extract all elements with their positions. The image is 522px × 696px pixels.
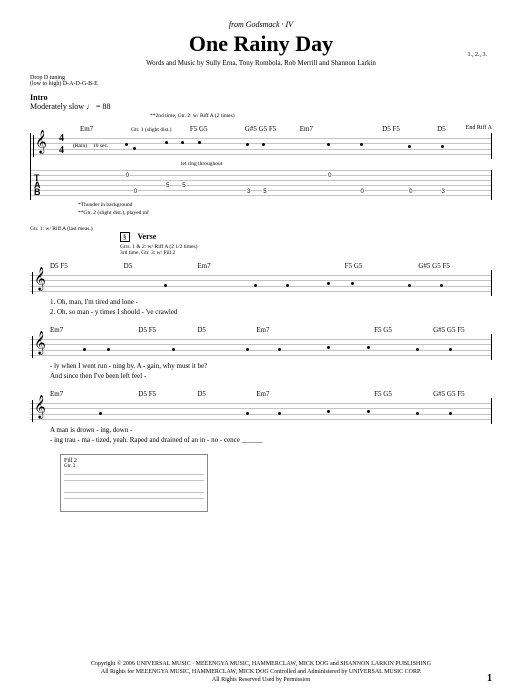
system-1: Em7 F5 G5 G#5 G5 F5 Em7 D5 F5 D5 End Rif… bbox=[30, 125, 492, 216]
notation-staff-4: 𝄞 bbox=[30, 398, 492, 424]
tempo-marking: Moderately slow ♩ = 88 bbox=[30, 102, 492, 111]
chord: D5 F5 bbox=[138, 326, 197, 334]
system-4: Em7 D5 F5 D5 Em7 F5 G5 G#5 G5 F5 𝄞 bbox=[30, 390, 492, 444]
footnote-2: **Gtr. 2 (slight dist.), played mf bbox=[78, 210, 492, 216]
chord-row-1: Em7 F5 G5 G#5 G5 F5 Em7 D5 F5 D5 bbox=[30, 125, 492, 133]
chord: Em7 bbox=[50, 390, 138, 398]
intro-label: Intro bbox=[30, 93, 492, 102]
chord: D5 bbox=[124, 262, 198, 270]
tuning-line-2: (low to high) D-A-D-G-B-E bbox=[30, 81, 492, 87]
footnote-1: *Thunder in background bbox=[78, 202, 492, 208]
chord: F5 G5 bbox=[190, 125, 245, 133]
footer-line-3: All Rights Reserved Used by Permission bbox=[0, 676, 522, 684]
mini-tab bbox=[64, 489, 204, 505]
lyrics-3b: And since then I've been left feel - bbox=[30, 372, 492, 380]
song-title: One Rainy Day bbox=[30, 31, 492, 57]
lyrics-4b: - ing trau - ma - tized, yeah. Raped and… bbox=[30, 436, 492, 444]
fill-gtr: Gtr. 3 bbox=[64, 464, 204, 469]
chord: Em7 bbox=[256, 390, 374, 398]
system-3: Em7 D5 F5 D5 Em7 F5 G5 G#5 G5 F5 𝄞 - ly … bbox=[30, 326, 492, 380]
lyrics-2a: 1. Oh, man, I'm tired and lone - bbox=[30, 298, 492, 306]
chord: D5 F5 bbox=[50, 262, 124, 270]
chord: G#5 G5 F5 bbox=[433, 326, 492, 334]
chord: D5 F5 bbox=[138, 390, 197, 398]
tuning-info: Drop D tuning (low to high) D-A-D-G-B-E bbox=[30, 75, 492, 87]
chord: Em7 bbox=[50, 326, 138, 334]
segno-icon: § bbox=[120, 232, 130, 242]
lyrics-4a: A man is drown - ing, down - bbox=[30, 426, 492, 434]
footer-line-1: Copyright © 2006 UNIVERSAL MUSIC · MEEEN… bbox=[0, 660, 522, 668]
verse-instruction: Gtrs. 1 & 2: w/ Riff A (2 1/2 times) 3rd… bbox=[120, 244, 492, 256]
copyright-footer: Copyright © 2006 UNIVERSAL MUSIC · MEEEN… bbox=[0, 660, 522, 684]
chord: G#5 G5 F5 bbox=[418, 262, 492, 270]
chord: F5 G5 bbox=[345, 262, 419, 270]
chord: F5 G5 bbox=[374, 326, 433, 334]
lyrics-2b: 2. Oh, so man - y times I should - 've c… bbox=[30, 308, 492, 316]
tech-note: let ring throughout bbox=[181, 161, 492, 167]
chord: Em7 bbox=[256, 326, 374, 334]
tempo-text: Moderately slow ♩ = 88 bbox=[30, 102, 111, 111]
end-riff-label: End Riff A bbox=[466, 125, 492, 131]
notation-staff-2: 𝄞 bbox=[30, 270, 492, 296]
verse-label: Verse bbox=[138, 232, 157, 241]
mini-notation bbox=[64, 471, 204, 487]
chord: D5 F5 bbox=[382, 125, 437, 133]
credits-line: Words and Music by Sully Erna, Tony Romb… bbox=[30, 59, 492, 67]
chord: Em7 bbox=[300, 125, 382, 133]
chord: D5 bbox=[197, 326, 256, 334]
fill-box: Fill 2 Gtr. 3 bbox=[60, 454, 208, 512]
notation-staff-1: 𝄞 44 (Rain) 10 sec. Gtr. 1 (slight dist.… bbox=[31, 133, 492, 159]
chord-row-4: Em7 D5 F5 D5 Em7 F5 G5 G#5 G5 F5 bbox=[30, 390, 492, 398]
chord: G#5 G5 F5 bbox=[245, 125, 300, 133]
chord: G#5 G5 F5 bbox=[433, 390, 492, 398]
notation-staff-3: 𝄞 bbox=[30, 334, 492, 360]
source-line: from Godsmack · IV bbox=[30, 20, 492, 29]
page-number: 1 bbox=[487, 673, 492, 684]
chord: D5 bbox=[197, 390, 256, 398]
chord-row-2: D5 F5 D5 Em7 F5 G5 G#5 G5 F5 bbox=[30, 262, 492, 270]
sheet-header: from Godsmack · IV One Rainy Day Words a… bbox=[30, 20, 492, 67]
intro-instruction: **2nd time, Gtr. 2: w/ Riff A (2 times) bbox=[150, 113, 492, 119]
chord-row-3: Em7 D5 F5 D5 Em7 F5 G5 G#5 G5 F5 bbox=[30, 326, 492, 334]
tab-staff-1: TAB 00 55 35 00 03 bbox=[31, 170, 492, 200]
lyrics-3a: - ly when I went run - ning by. A - gain… bbox=[30, 362, 492, 370]
footer-line-2: All Rights for MEEENGYA MUSIC, HAMMERCLA… bbox=[0, 668, 522, 676]
system-2: D5 F5 D5 Em7 F5 G5 G#5 G5 F5 𝄞 1. Oh, ma… bbox=[30, 262, 492, 316]
chord: Em7 bbox=[197, 262, 344, 270]
staff-block-1: End Riff A 𝄞 44 (Rain) 10 sec. Gtr. 1 (s… bbox=[30, 133, 492, 200]
chord: F5 G5 bbox=[374, 390, 433, 398]
repeat-indicator: 1., 2., 3. bbox=[468, 52, 488, 58]
